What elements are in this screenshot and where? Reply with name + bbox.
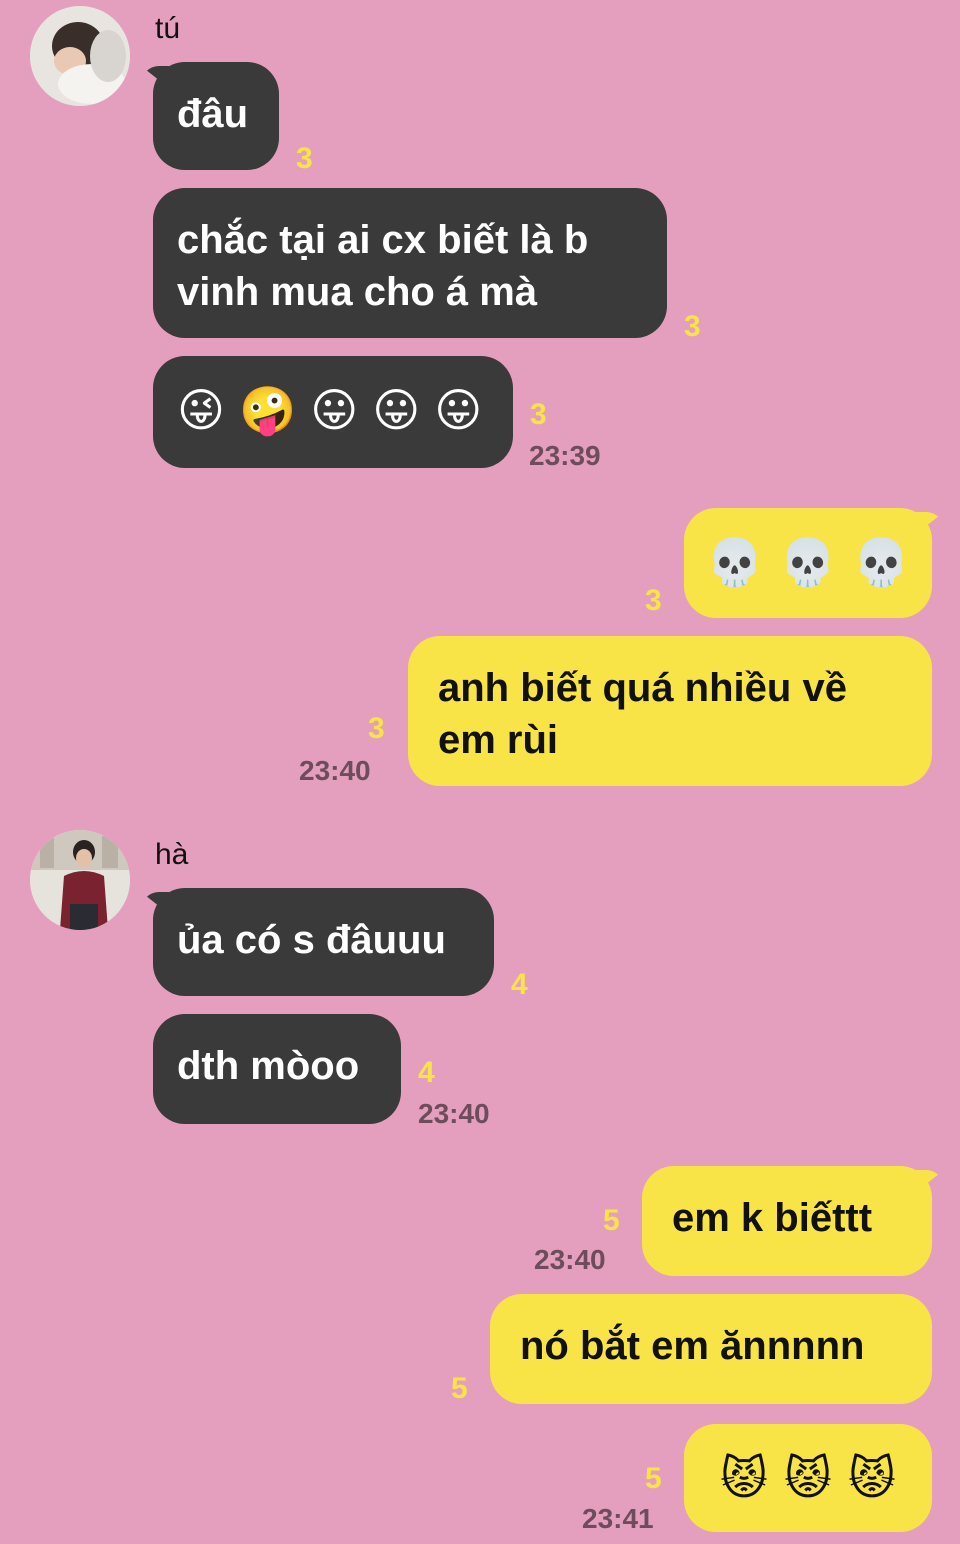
read-count: 3 [684,310,701,343]
read-count: 3 [530,398,547,431]
pouting-cat-icon: 😾 [720,1452,769,1504]
pouting-cat-icon: 😾 [847,1452,896,1504]
read-count: 5 [645,1462,662,1495]
sender-name: hà [155,838,189,871]
emoji-zany-face-icon: 🤪 [238,384,297,436]
read-count: 5 [603,1204,620,1237]
read-count: 4 [418,1056,435,1089]
message-bubble[interactable]: anh biết quá nhiều về em rùi [408,636,932,786]
timestamp: 23:40 [299,755,371,786]
emoji-row: 💀 💀 💀 [706,536,910,588]
message-bubble[interactable]: đâu [153,62,279,170]
read-count: 4 [511,968,528,1001]
message-text: em k biếttt [672,1196,873,1240]
message-bubble[interactable]: chắc tại ai cx biết là b vinh mua cho á … [153,188,667,338]
timestamp: 23:41 [582,1503,654,1534]
emoji-tongue-face-icon: 😛 [434,384,483,436]
read-count: 3 [296,142,313,175]
message-text: nó bắt em ănnnnn [520,1324,865,1368]
timestamp: 23:39 [529,440,601,471]
skull-icon: 💀 [779,536,837,588]
message-text: anh biết quá nhiều về em rùi [438,666,847,762]
message-bubble[interactable]: em k biếttt [642,1166,932,1276]
read-count: 5 [451,1372,468,1405]
message-text: đâu [177,92,249,136]
emoji-winking-tongue-icon: 😜 [177,384,225,436]
skull-icon: 💀 [852,536,910,588]
timestamp: 23:40 [418,1098,490,1129]
message-text: dth mòoo [177,1044,360,1088]
emoji-tongue-face-icon: 😛 [372,384,421,436]
avatar-tu[interactable] [30,6,130,106]
read-count: 3 [368,712,385,745]
message-text: ủa có s đâuuu [177,918,446,962]
message-bubble[interactable]: 😜 🤪 😛 😛 😛 [153,356,513,468]
skull-icon: 💀 [706,536,764,588]
avatar-ha[interactable] [30,830,130,930]
message-bubble[interactable]: 💀 💀 💀 [684,508,932,618]
timestamp: 23:40 [534,1244,606,1275]
emoji-tongue-face-icon: 😛 [310,384,359,436]
emoji-row: 😜 🤪 😛 😛 😛 [177,384,489,436]
emoji-row: 😾 😾 😾 [706,1452,910,1504]
read-count: 3 [645,584,662,617]
message-bubble[interactable]: dth mòoo [153,1014,401,1124]
sender-name: tú [155,12,181,45]
pouting-cat-icon: 😾 [784,1452,832,1504]
message-bubble[interactable]: nó bắt em ănnnnn [490,1294,932,1404]
message-text: chắc tại ai cx biết là b vinh mua cho á … [177,218,589,314]
message-bubble[interactable]: ủa có s đâuuu [153,888,494,996]
message-bubble[interactable]: 😾 😾 😾 [684,1424,932,1532]
